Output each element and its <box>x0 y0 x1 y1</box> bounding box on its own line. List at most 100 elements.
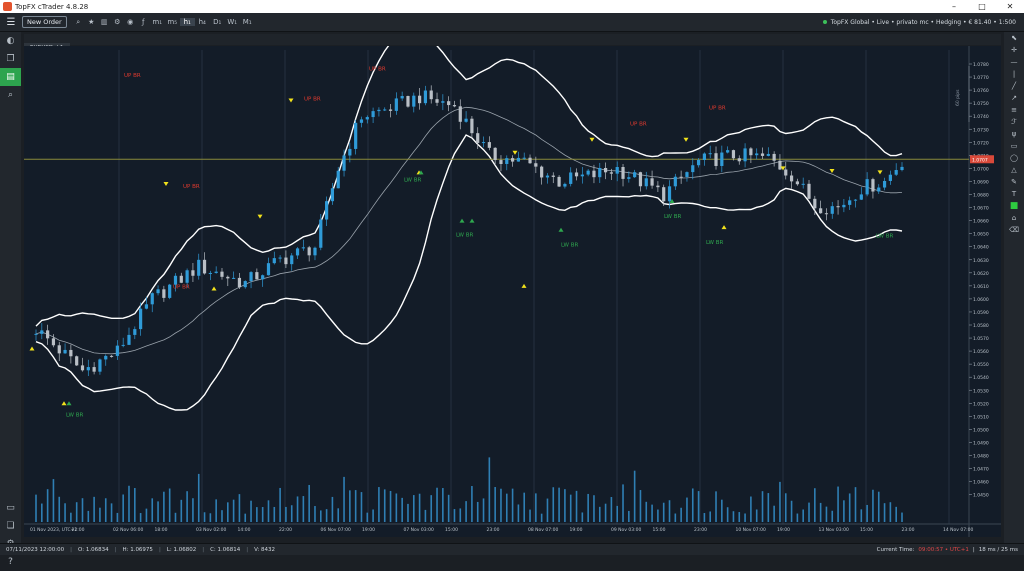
search-icon[interactable]: ⌕ <box>72 18 85 27</box>
volume-bar <box>267 500 270 522</box>
sidebar-analyze-icon[interactable]: ⌕ <box>0 86 21 104</box>
pen-icon[interactable]: ✎ <box>1004 176 1024 188</box>
close-icon[interactable]: ✕ <box>996 2 1024 11</box>
candle-body <box>481 142 486 144</box>
left-sidebar: ◐ ❐ ▤ ⌕ ▭ ❏ ⚙ ? <box>0 32 21 567</box>
volume-bar <box>686 497 688 522</box>
candle-body <box>877 187 881 192</box>
channel-icon[interactable]: ≡ <box>1004 104 1024 116</box>
volume-bar <box>697 491 700 522</box>
sidebar-help-icon[interactable]: ? <box>0 553 21 571</box>
vline-icon[interactable]: | <box>1004 68 1024 80</box>
candle-body <box>813 198 817 209</box>
sidebar-briefcase-icon[interactable]: ▭ <box>0 499 21 517</box>
sidebar-windows-icon[interactable]: ❏ <box>0 517 21 535</box>
trendline-icon[interactable]: ╱ <box>1004 80 1024 92</box>
candle-body <box>261 275 265 280</box>
cursor-icon[interactable]: ⬉ <box>1004 32 1024 44</box>
timeframe-button-5[interactable]: W₁ <box>225 18 240 26</box>
candle-body <box>214 271 218 273</box>
indicator-icon[interactable]: ƒ <box>137 18 150 26</box>
price-chart[interactable]: 1.0780 1.0770 1.0760 1.0750 1.0740 1.0730 1.07… <box>24 23 1001 537</box>
price-label: 1.0530 <box>973 388 989 394</box>
new-order-button[interactable]: New Order <box>22 16 67 28</box>
volume-bar <box>848 493 851 522</box>
price-label: 1.0500 <box>973 427 989 433</box>
account-status[interactable]: TopFX Global • Live • privato mc • Hedgi… <box>822 19 1016 26</box>
price-label: 1.0650 <box>973 232 989 238</box>
minimize-icon[interactable]: – <box>940 2 968 11</box>
delete-icon[interactable]: ⌫ <box>1004 224 1024 236</box>
hline-icon[interactable]: — <box>1004 56 1024 68</box>
chart-type-icon[interactable]: ▥ <box>98 18 111 26</box>
chart-tabbar: EURUSD, h1 <box>24 34 1001 54</box>
sidebar-copy-icon[interactable]: ❐ <box>0 50 21 68</box>
timeframe-button-2[interactable]: h₁ <box>179 18 195 26</box>
ray-icon[interactable]: ↗ <box>1004 92 1024 104</box>
volume-bar <box>889 502 892 522</box>
candle-body <box>662 187 666 202</box>
candle-body <box>679 176 683 178</box>
volume-bar <box>75 502 78 522</box>
price-label: 1.0730 <box>973 127 989 133</box>
candle-body <box>720 152 724 166</box>
sidebar-trade-icon[interactable]: ◐ <box>0 32 21 50</box>
fibonacci-icon[interactable]: ℱ <box>1004 116 1024 128</box>
candle-body <box>441 101 445 103</box>
candle-body <box>522 157 526 159</box>
price-label: 1.0610 <box>973 284 989 290</box>
candle-body <box>900 166 904 171</box>
candle-body <box>650 178 654 186</box>
volume-bar <box>639 490 642 522</box>
rectangle-icon[interactable]: ▭ <box>1004 140 1024 152</box>
crosshair-icon[interactable]: ✛ <box>1004 44 1024 56</box>
volume-bar <box>186 491 188 522</box>
chart-canvas[interactable]: 1.0780 1.0770 1.0760 1.0750 1.0740 1.0730 1.07… <box>24 23 1001 537</box>
candle-body <box>80 365 85 371</box>
lock-icon[interactable]: ⌂ <box>1004 212 1024 224</box>
volume-bar <box>494 487 496 522</box>
settings-icon[interactable]: ⚙ <box>111 18 124 26</box>
volume-bar <box>616 505 619 522</box>
volume-bar <box>488 457 491 522</box>
candle-body <box>121 344 125 346</box>
candle-body <box>603 167 608 173</box>
volume-bar <box>395 493 398 522</box>
volume-bar <box>296 496 299 522</box>
volume-bar <box>645 501 648 522</box>
up-br-label: UP BR <box>630 121 647 127</box>
pitchfork-icon[interactable]: ψ <box>1004 128 1024 140</box>
candle-body <box>586 170 590 175</box>
candle-body <box>423 90 428 104</box>
triangle-icon[interactable]: △ <box>1004 164 1024 176</box>
time-label: 09 Nov 03:00 <box>611 527 641 533</box>
candle-body <box>784 169 788 176</box>
timeframe-button-1[interactable]: m₅ <box>165 18 180 26</box>
maximize-icon[interactable]: □ <box>968 2 996 11</box>
price-label: 1.0780 <box>973 62 989 68</box>
candle-body <box>772 153 776 161</box>
volume-bar <box>453 509 456 522</box>
timeframe-button-6[interactable]: M₁ <box>240 18 255 26</box>
timeframe-button-3[interactable]: h₄ <box>195 18 210 26</box>
hamburger-menu-icon[interactable]: ☰ <box>0 17 22 28</box>
volume-bar <box>500 488 502 522</box>
up-br-label: UP BR <box>709 106 726 112</box>
eye-icon[interactable]: ◉ <box>124 18 137 26</box>
candle-body <box>569 172 573 184</box>
candle-body <box>336 170 340 189</box>
timeframe-button-4[interactable]: D₁ <box>210 18 225 26</box>
volume-bar <box>145 508 148 522</box>
color-swatch-icon[interactable]: ■ <box>1004 200 1024 212</box>
favorite-icon[interactable]: ★ <box>85 18 98 26</box>
volume-bar <box>325 509 328 522</box>
timeframe-button-0[interactable]: m₁ <box>150 18 165 26</box>
volume-bar <box>587 493 589 522</box>
ellipse-icon[interactable]: ◯ <box>1004 152 1024 164</box>
lw-br-label: LW BR <box>561 243 579 249</box>
sidebar-chart-icon[interactable]: ▤ <box>0 68 21 86</box>
text-icon[interactable]: T <box>1004 188 1024 200</box>
candle-body <box>737 158 741 162</box>
marker-down <box>288 98 294 103</box>
volume-bar <box>151 498 154 522</box>
